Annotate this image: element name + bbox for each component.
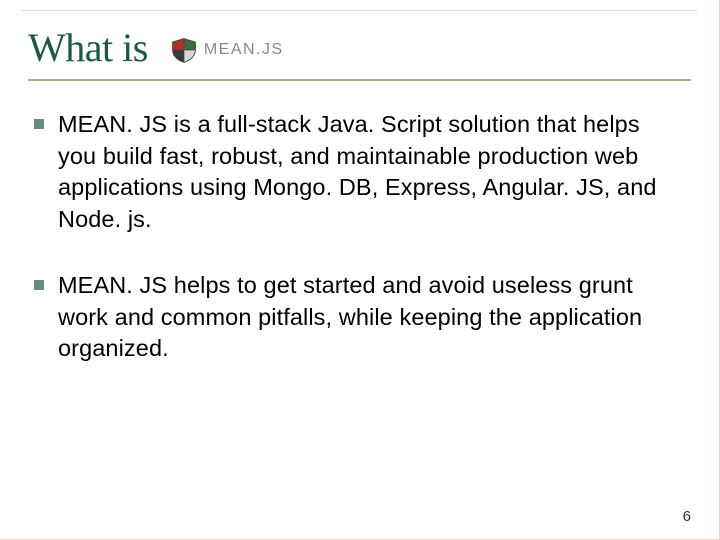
bullet-list: MEAN. JS is a full-stack Java. Script so… xyxy=(28,109,691,365)
logo-text: MEAN.JS xyxy=(204,41,284,59)
bullet-text: MEAN. JS is a full-stack Java. Script so… xyxy=(58,109,681,236)
square-bullet-icon xyxy=(34,119,44,129)
title-row: What is MEAN.JS xyxy=(28,20,691,81)
page-title: What is xyxy=(28,24,148,71)
bullet-text: MEAN. JS helps to get started and avoid … xyxy=(58,270,681,365)
meanjs-logo: MEAN.JS xyxy=(170,36,284,64)
slide: What is MEAN.JS MEAN. JS is a full-stack… xyxy=(0,0,720,540)
list-item: MEAN. JS helps to get started and avoid … xyxy=(34,270,681,365)
shield-icon xyxy=(170,36,198,64)
square-bullet-icon xyxy=(34,280,44,290)
page-number: 6 xyxy=(683,508,691,525)
list-item: MEAN. JS is a full-stack Java. Script so… xyxy=(34,109,681,236)
